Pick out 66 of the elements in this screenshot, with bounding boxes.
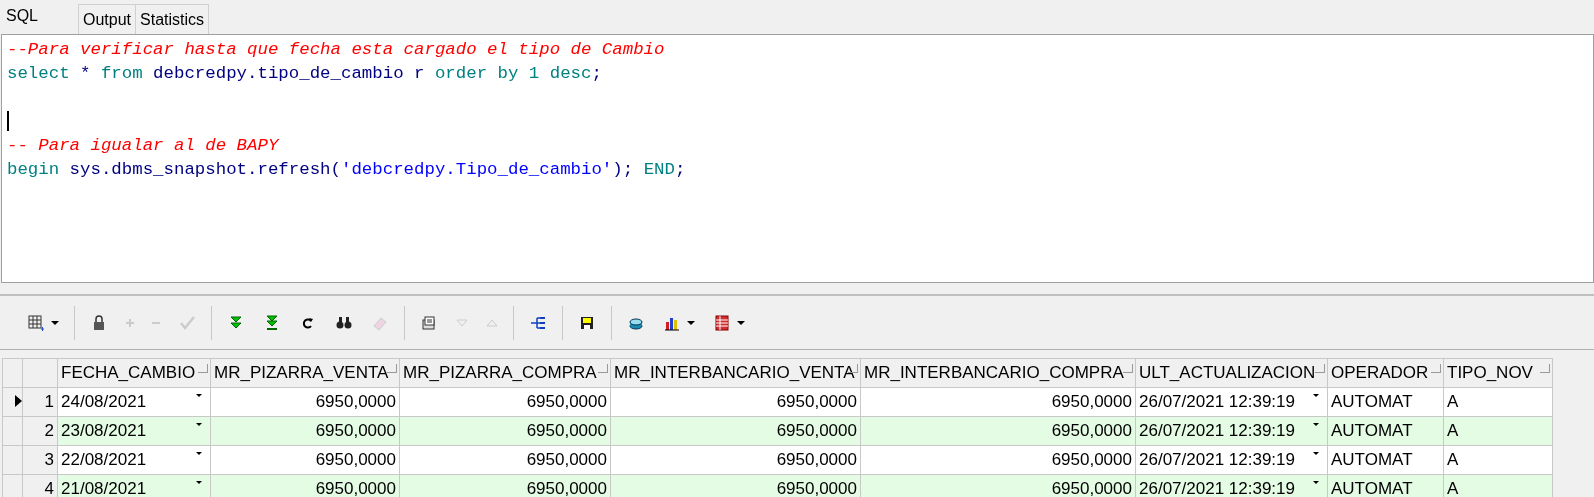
column-header[interactable]: MR_PIZARRA_VENTA [210,358,400,388]
table-cell: 6950,0000 [526,450,607,469]
table-cell: 6950,0000 [315,450,396,469]
table-cell: AUTOMAT [1331,479,1413,497]
code-line: begin sys.dbms_snapshot.refresh('debcredpy.Tipo_de_cambio'); END; [7,159,686,179]
grid-icon [27,313,45,332]
dropdown-icon[interactable] [1313,394,1319,397]
caret-icon [737,320,745,325]
table-cell: A [1447,479,1459,497]
table-cell: 6950,0000 [1051,421,1132,440]
dropdown-icon[interactable] [1313,481,1319,484]
column-header[interactable]: OPERADOR [1327,358,1444,388]
table-cell: 23/08/2021 [61,421,147,440]
dropdown-icon[interactable] [196,423,202,426]
dropdown-icon[interactable] [196,481,202,484]
table-cell: 26/07/2021 12:39:19 [1139,479,1295,497]
table-cell: 6950,0000 [315,421,396,440]
tab[interactable]: Output [78,4,137,34]
dropdown-icon[interactable] [196,394,202,397]
documents-icon [420,313,438,332]
table-cell: 6950,0000 [776,421,857,440]
column-header[interactable]: MR_PIZARRA_COMPRA [399,358,611,388]
plus-icon [126,318,134,327]
table-cell: 6950,0000 [776,450,857,469]
table-icon [713,313,731,332]
minus-icon [152,321,160,324]
table-cell: A [1447,421,1459,440]
dropdown-icon[interactable] [1313,423,1319,426]
table-cell: 22/08/2021 [61,450,147,469]
table-cell: AUTOMAT [1331,421,1413,440]
table-cell: 6950,0000 [315,479,396,497]
table-cell: 6950,0000 [526,392,607,411]
caret-icon [51,320,59,325]
column-header[interactable]: MR_INTERBANCARIO_COMPRA [860,358,1136,388]
table-cell: 26/07/2021 12:39:19 [1139,392,1295,411]
table-cell: A [1447,450,1459,469]
dropdown-icon[interactable] [1313,452,1319,455]
triangle-up-icon [486,318,498,327]
tab[interactable]: Statistics [135,4,210,34]
table-cell: 6950,0000 [776,479,857,497]
table-cell: 6950,0000 [1051,450,1132,469]
code-line: -- Para igualar al de BAPY [7,135,279,155]
table-cell: 26/07/2021 12:39:19 [1139,450,1295,469]
indicator-header [2,358,23,388]
table-cell: AUTOMAT [1331,392,1413,411]
table-cell: 6950,0000 [526,479,607,497]
code-line: select * from debcredpy.tipo_de_cambio r order by 1 desc; [7,63,602,83]
table-cell: 6950,0000 [315,392,396,411]
code-line: --Para verificar hasta que fecha esta cargado el tipo de Cambio [7,39,665,59]
table-cell: A [1447,392,1459,411]
table-cell: 6950,0000 [1051,479,1132,497]
column-header[interactable]: FECHA_CAMBIO [57,358,211,388]
column-header[interactable]: ULT_ACTUALIZACION [1135,358,1328,388]
column-header[interactable]: TIPO_NOV [1443,358,1553,388]
table-cell: 6950,0000 [526,421,607,440]
triangle-down-icon [456,318,468,327]
table-cell: 21/08/2021 [61,479,147,497]
column-header[interactable]: MR_INTERBANCARIO_VENTA [610,358,861,388]
dropdown-icon[interactable] [196,452,202,455]
table-cell: AUTOMAT [1331,450,1413,469]
caret-icon [687,320,695,325]
table-cell: 6950,0000 [1051,392,1132,411]
row-indicator[interactable] [2,387,23,417]
table-cell: 26/07/2021 12:39:19 [1139,421,1295,440]
table-cell: 6950,0000 [776,392,857,411]
table-cell: 24/08/2021 [61,392,147,411]
